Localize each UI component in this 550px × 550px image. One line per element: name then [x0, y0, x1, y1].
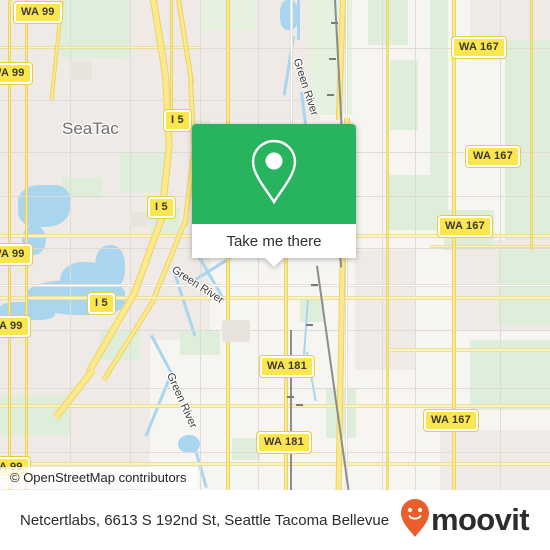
moovit-logo[interactable]: moovit: [400, 498, 547, 543]
arterial-road: [390, 348, 550, 352]
railway-tick: [296, 404, 303, 406]
park-area: [232, 438, 260, 460]
landuse-residential: [355, 250, 415, 370]
highway-shield[interactable]: WA 99: [0, 62, 33, 85]
building: [130, 212, 148, 226]
railway-tick: [287, 396, 294, 398]
map-attribution[interactable]: © OpenStreetMap contributors: [0, 467, 197, 489]
map-pin-icon: [246, 137, 302, 212]
highway-shield[interactable]: I 5: [147, 196, 176, 219]
arterial-road: [0, 462, 550, 466]
park-area: [505, 40, 550, 240]
arterial-road: [0, 404, 550, 408]
bottom-info-bar: Netcertlabs, 6613 S 192nd St, Seattle Ta…: [0, 490, 550, 550]
highway-shield[interactable]: WA 99: [0, 243, 33, 266]
park-area: [120, 152, 165, 192]
highway-shield[interactable]: WA 99: [13, 1, 63, 24]
lake: [280, 0, 298, 30]
park-area: [498, 250, 550, 325]
river: [297, 0, 300, 40]
arterial-road: [386, 0, 389, 490]
location-popup-card[interactable]: Take me there: [192, 124, 356, 267]
popup-action-bar[interactable]: Take me there: [192, 224, 356, 267]
highway-shield[interactable]: WA 167: [423, 409, 479, 432]
popup-pointer-tail: [265, 258, 283, 267]
building: [70, 62, 92, 80]
highway-shield[interactable]: WA 181: [259, 355, 315, 378]
street: [0, 330, 550, 331]
highway-shield[interactable]: WA 99: [0, 315, 31, 338]
railway-tick: [331, 22, 338, 24]
highway-shield[interactable]: I 5: [163, 109, 192, 132]
moovit-pin-icon: [400, 498, 430, 543]
railway-tick: [327, 94, 334, 96]
railway-tick: [311, 284, 318, 286]
railway: [290, 330, 292, 490]
map-page: SeaTac Green River Green River Green Riv…: [0, 0, 550, 550]
popup-header: [192, 124, 356, 224]
landuse-residential: [440, 430, 550, 490]
highway-shield[interactable]: WA 167: [465, 145, 521, 168]
street: [130, 0, 131, 490]
take-me-there-label: Take me there: [226, 232, 322, 250]
arterial-road: [530, 0, 533, 250]
arterial-road: [0, 296, 550, 300]
highway-shield[interactable]: WA 167: [451, 36, 507, 59]
street: [415, 0, 416, 490]
street: [0, 284, 550, 287]
railway-tick: [306, 324, 313, 326]
map-canvas[interactable]: SeaTac Green River Green River Green Riv…: [0, 0, 550, 490]
railway-tick: [329, 58, 336, 60]
highway-shield[interactable]: WA 167: [437, 215, 493, 238]
park-area: [390, 60, 418, 130]
street: [382, 0, 383, 490]
place-label-seatac: SeaTac: [62, 119, 119, 138]
building: [222, 320, 250, 342]
moovit-wordmark: moovit: [431, 502, 530, 537]
highway-shield[interactable]: I 5: [87, 292, 116, 315]
address-label: Netcertlabs, 6613 S 192nd St, Seattle Ta…: [20, 511, 390, 529]
highway-shield[interactable]: WA 181: [256, 431, 312, 454]
park-area: [388, 175, 438, 230]
street: [0, 100, 300, 101]
